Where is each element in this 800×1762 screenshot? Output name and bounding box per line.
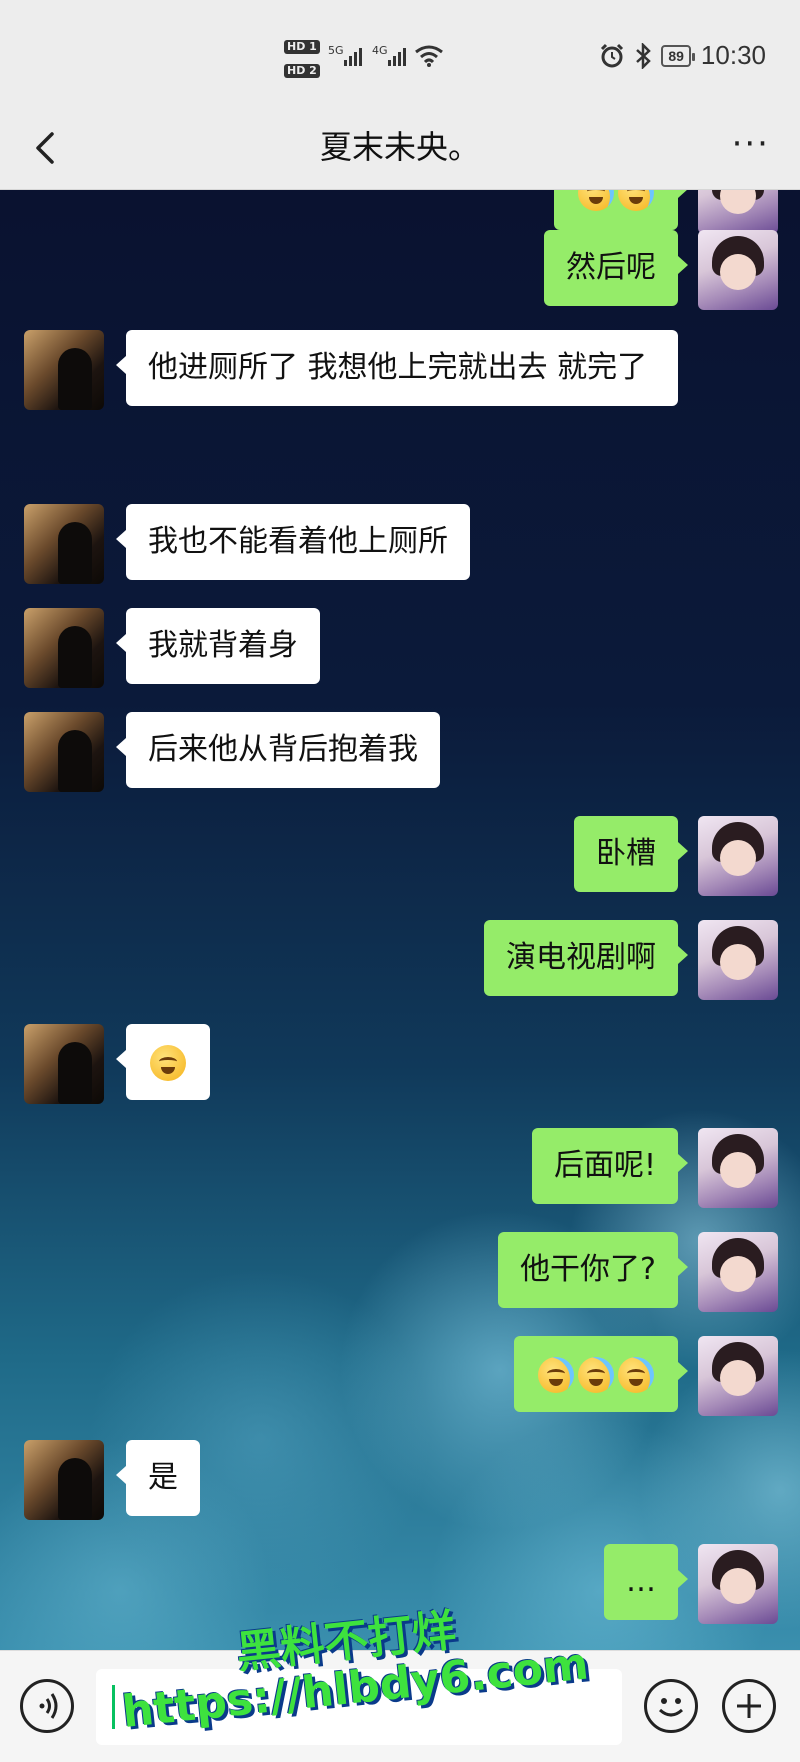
self-avatar[interactable] <box>698 1232 778 1312</box>
text-caret <box>112 1685 115 1729</box>
message-input[interactable] <box>96 1669 622 1745</box>
crying-emoji-icon <box>618 190 654 211</box>
message-row: 后面呢! <box>531 1128 778 1208</box>
alarm-icon <box>601 43 624 67</box>
self-avatar[interactable] <box>698 230 778 310</box>
self-avatar[interactable] <box>698 816 778 896</box>
message-bubble[interactable] <box>554 190 688 230</box>
chat-header: 夏末未央。 ··· <box>0 108 800 190</box>
message-row: 他进厕所了 我想他上完就出去 就完了 <box>24 330 678 410</box>
message-row: 演电视剧啊 <box>484 920 778 1000</box>
message-row: 是 <box>24 1440 200 1520</box>
contact-avatar[interactable] <box>24 504 104 584</box>
message-bubble[interactable]: 是 <box>116 1440 200 1516</box>
message-row: 我就背着身 <box>24 608 320 688</box>
plus-icon[interactable] <box>722 1679 776 1733</box>
self-avatar[interactable] <box>698 920 778 1000</box>
message-row: … <box>604 1544 778 1624</box>
message-bubble[interactable]: 后面呢! <box>531 1128 689 1204</box>
emoji-icon[interactable] <box>644 1679 698 1733</box>
voice-icon[interactable] <box>20 1679 74 1733</box>
pleading-emoji-icon <box>150 1044 186 1081</box>
signal-icon <box>344 48 362 66</box>
message-bubble[interactable] <box>514 1336 688 1412</box>
message-bubble[interactable]: 后来他从背后抱着我 <box>116 712 440 788</box>
more-icon[interactable]: ··· <box>732 127 770 161</box>
battery-icon: 89 <box>661 44 695 67</box>
network-4g-label: 4G <box>372 44 388 57</box>
contact-avatar[interactable] <box>24 1440 104 1520</box>
message-bubble[interactable]: 我也不能看着他上厕所 <box>116 504 470 580</box>
message-row: 卧槽 <box>574 816 778 896</box>
self-avatar[interactable] <box>698 1544 778 1624</box>
message-row <box>24 1024 210 1104</box>
message-row: 我也不能看着他上厕所 <box>24 504 470 584</box>
message-row: 他干你了? <box>498 1232 778 1312</box>
message-bubble[interactable]: … <box>604 1544 688 1620</box>
message-bubble[interactable]: 他进厕所了 我想他上完就出去 就完了 <box>116 330 678 406</box>
status-right-group: 89 10:30 <box>599 40 766 71</box>
message-row <box>554 190 778 234</box>
message-row: 后来他从背后抱着我 <box>24 712 440 792</box>
signal-icon <box>388 48 406 66</box>
self-avatar[interactable] <box>698 1336 778 1416</box>
contact-avatar[interactable] <box>24 712 104 792</box>
message-bubble[interactable] <box>116 1024 210 1100</box>
contact-avatar[interactable] <box>24 330 104 410</box>
self-avatar[interactable] <box>698 1128 778 1208</box>
chat-title: 夏末未央。 <box>319 128 480 166</box>
contact-avatar[interactable] <box>24 608 104 688</box>
message-bubble[interactable]: 演电视剧啊 <box>484 920 688 996</box>
message-row: 然后呢 <box>544 230 778 310</box>
crying-emoji-icon <box>578 1356 614 1393</box>
clock-time: 10:30 <box>700 40 766 70</box>
chat-message-list[interactable]: 然后呢 他进厕所了 我想他上完就出去 就完了 我也不能看着他上厕所 我就背着身 … <box>0 190 800 1650</box>
hd2-badge: HD 2 <box>284 64 320 78</box>
wifi-icon <box>415 45 443 67</box>
message-bubble[interactable]: 他干你了? <box>498 1232 688 1308</box>
status-bar: HD 1 HD 2 5G 4G 89 10:30 <box>0 0 800 108</box>
contact-avatar[interactable] <box>24 1024 104 1104</box>
message-bubble[interactable]: 然后呢 <box>544 230 688 306</box>
crying-emoji-icon <box>538 1356 574 1393</box>
self-avatar[interactable] <box>698 190 778 234</box>
message-input-bar <box>0 1650 800 1762</box>
message-row <box>514 1336 778 1416</box>
crying-emoji-icon <box>578 190 614 211</box>
crying-emoji-icon <box>618 1356 654 1393</box>
network-5g-label: 5G <box>328 44 344 57</box>
message-bubble[interactable]: 卧槽 <box>574 816 688 892</box>
bluetooth-icon <box>636 42 652 69</box>
hd1-badge: HD 1 <box>284 40 320 54</box>
message-bubble[interactable]: 我就背着身 <box>116 608 320 684</box>
